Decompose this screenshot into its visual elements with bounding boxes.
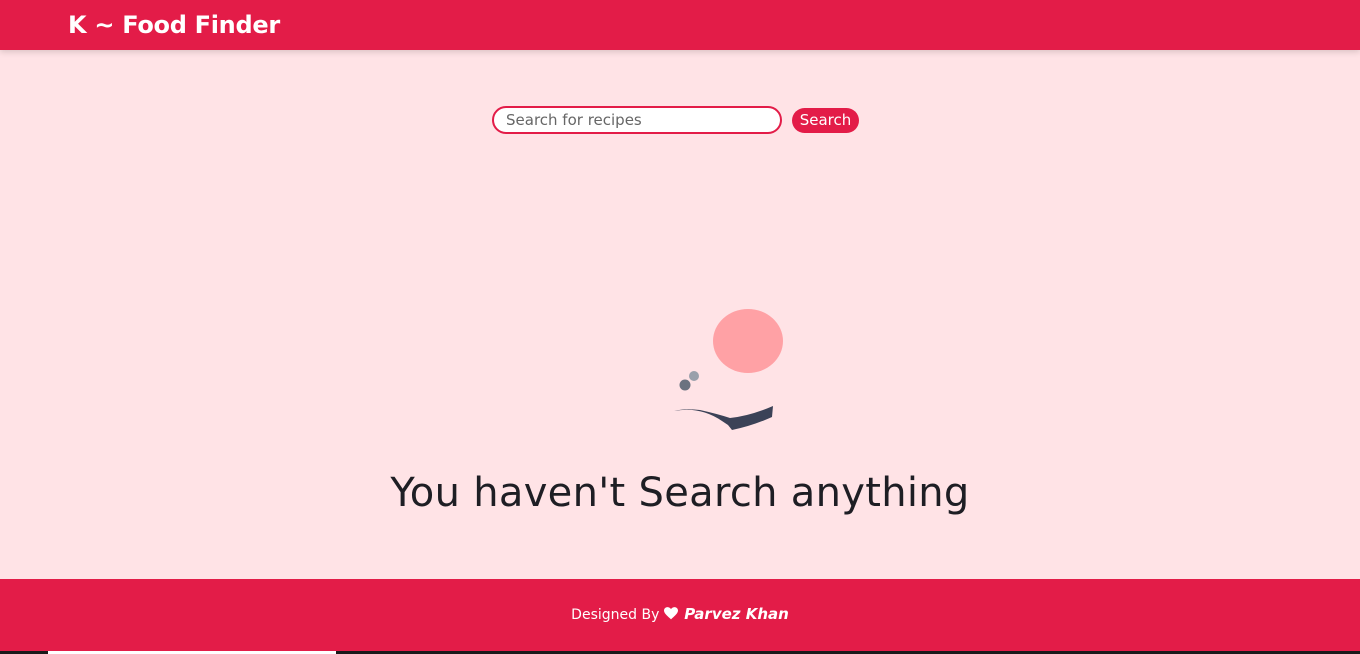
search-button[interactable]: Search xyxy=(792,108,859,133)
footer-credit: Designed By Parvez Khan xyxy=(0,603,1360,627)
frying-pan-illustration xyxy=(674,309,783,430)
heart-icon xyxy=(663,605,678,627)
designed-by-label: Designed By xyxy=(571,607,660,623)
footer: Designed By Parvez Khan xyxy=(0,579,1360,651)
empty-state-message: You haven't Search anything xyxy=(390,470,970,516)
top-navbar: K ~ Food Finder xyxy=(0,0,1360,50)
pan-shape xyxy=(674,406,773,430)
steam-dot-light xyxy=(689,371,699,381)
steam-dot-dark xyxy=(679,379,691,391)
brand-logo-text[interactable]: K ~ Food Finder xyxy=(68,10,280,40)
author-name[interactable]: Parvez Khan xyxy=(684,605,789,623)
food-ball-shape xyxy=(713,309,783,373)
search-input[interactable] xyxy=(492,106,782,134)
